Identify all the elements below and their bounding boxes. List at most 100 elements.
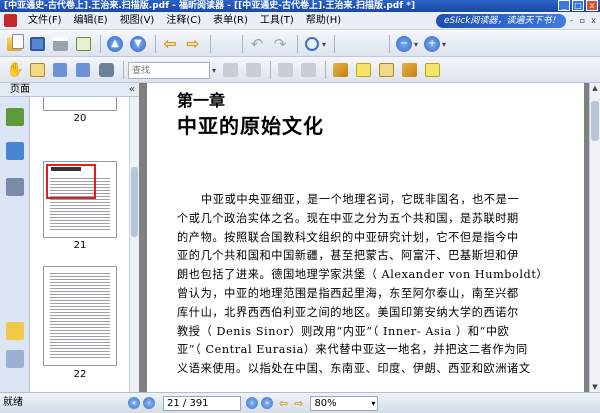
menu-tools[interactable]: 工具(T)	[254, 12, 300, 30]
zoom-out-button[interactable]: −	[394, 34, 414, 54]
text-line: 义语来使用。以指处在中国、东南亚、印度、伊朗、西亚和欧洲诸文	[177, 362, 531, 376]
last-page-icon[interactable]: »	[261, 397, 273, 409]
thumbnail-page[interactable]	[43, 161, 117, 238]
email-button[interactable]	[73, 34, 93, 54]
find-previous-button[interactable]	[220, 60, 240, 80]
page-number-field[interactable]: 21 / 391	[163, 395, 241, 411]
book-view-button[interactable]	[73, 60, 93, 80]
extract-pages-button[interactable]	[12, 34, 235, 54]
comments-tab[interactable]	[6, 322, 24, 340]
hand-tool-button[interactable]: ✋	[4, 60, 24, 80]
menu-help[interactable]: 帮助(H)	[300, 12, 347, 30]
scroll-up-icon[interactable]: ▲	[590, 83, 600, 93]
snapshot-icon	[98, 63, 114, 77]
thumbnail-page[interactable]	[43, 266, 117, 366]
stamp-button[interactable]	[330, 60, 350, 80]
document-scrollbar[interactable]: ▲ ▼	[589, 83, 600, 392]
chevron-down-icon[interactable]: ▾	[212, 66, 216, 75]
thumbnail-label: 22	[73, 369, 87, 380]
column-select-button[interactable]	[50, 60, 70, 80]
next-page-icon[interactable]: ›	[246, 397, 258, 409]
chevron-down-icon[interactable]: ▾	[371, 397, 375, 410]
fit-page-button[interactable]	[12, 34, 382, 54]
chevron-down-icon[interactable]: ▾	[322, 40, 326, 49]
separator	[270, 61, 272, 79]
separator	[210, 35, 211, 53]
first-page-icon[interactable]: «	[128, 397, 140, 409]
main-toolbar: ▲ ▼ ⇦ ⇨ ↶ ↷ ▾ − ▾ + ▾	[0, 31, 600, 57]
visible-area-marker[interactable]	[46, 164, 96, 199]
next-page-button[interactable]: ▼	[128, 34, 148, 54]
note-button[interactable]	[353, 60, 373, 80]
menu-view[interactable]: 视图(V)	[114, 12, 161, 30]
print-button[interactable]	[50, 34, 70, 54]
forward-button[interactable]: ⇨	[183, 34, 203, 54]
attach-button[interactable]	[298, 60, 318, 80]
menu-edit[interactable]: 编辑(E)	[68, 12, 114, 30]
pencil-icon	[401, 63, 417, 77]
save-button[interactable]	[27, 34, 47, 54]
chevron-down-icon[interactable]: ▾	[442, 40, 446, 49]
previous-page-button[interactable]: ▲	[105, 34, 125, 54]
menu-bar: 文件(F) 编辑(E) 视图(V) 注释(C) 表单(R) 工具(T) 帮助(H…	[0, 12, 600, 30]
menu-file[interactable]: 文件(F)	[22, 12, 68, 30]
zoom-in-button[interactable]: +	[422, 34, 442, 54]
separator	[297, 35, 298, 53]
highlight-button[interactable]	[376, 60, 396, 80]
thumbnail-scrollbar[interactable]	[129, 97, 139, 392]
document-page[interactable]: 第一章 中亚的原始文化 中亚或中央亚细亚，是一个地理名词，它既非国名，也不是一 …	[147, 83, 584, 392]
chevron-down-icon[interactable]: ▾	[414, 40, 418, 49]
pages-tab[interactable]	[6, 108, 24, 126]
column-icon	[53, 63, 67, 77]
layers-tab[interactable]	[6, 178, 24, 196]
back-icon[interactable]: ⇦	[279, 397, 288, 410]
separator	[242, 35, 243, 53]
thumbnail-scrollbar-thumb[interactable]	[131, 167, 138, 237]
chapter-label: 第一章	[177, 91, 226, 110]
menu-comment[interactable]: 注释(C)	[160, 12, 207, 30]
zoom-tool-button[interactable]	[302, 34, 322, 54]
redo-button[interactable]: ↷	[270, 34, 290, 54]
app-icon[interactable]	[4, 14, 17, 27]
back-button[interactable]: ⇦	[160, 34, 180, 54]
thumbnail-page[interactable]	[43, 97, 117, 111]
find-next-icon	[245, 63, 261, 77]
zoom-select[interactable]: 80% ▾	[310, 395, 379, 411]
thumbnail-panel: 20 21 22	[31, 97, 129, 392]
select-text-button[interactable]	[27, 60, 47, 80]
maximize-button[interactable]: □	[572, 0, 584, 11]
scroll-down-icon[interactable]: ▼	[590, 382, 600, 392]
undo-button[interactable]: ↶	[247, 34, 267, 54]
close-button[interactable]: x	[586, 0, 598, 11]
actual-size-button[interactable]	[12, 34, 359, 54]
doc-minimize-button[interactable]: -	[567, 15, 576, 26]
forward-icon[interactable]: ⇨	[294, 397, 303, 410]
separator	[155, 35, 156, 53]
collapse-sidebar-button[interactable]: «	[129, 83, 135, 97]
minimize-button[interactable]: _	[558, 0, 570, 11]
typewriter-button[interactable]	[422, 60, 442, 80]
bookmarks-tab[interactable]	[6, 142, 24, 160]
annotation-button[interactable]	[275, 60, 295, 80]
search-field[interactable]	[128, 61, 210, 79]
search-input[interactable]	[129, 63, 209, 78]
doc-restore-button[interactable]: ▫	[578, 15, 587, 26]
snapshot-button[interactable]	[96, 60, 116, 80]
text-line: 个或几个政治实体之名。现在中亚之分为五个共和国，是苏联时期	[177, 211, 519, 225]
stamp-icon	[332, 63, 348, 77]
eslick-banner[interactable]: eSlick阅读器，读遍天下书！	[436, 14, 566, 28]
window-title: [中亚通史-古代卷上].王治来.扫描版.pdf - 福昕阅读器 - [[中亚通史…	[4, 1, 416, 11]
body-paragraph: 中亚或中央亚细亚，是一个地理名词，它既非国名，也不是一 个或几个政治实体之名。现…	[177, 191, 567, 379]
previous-page-icon[interactable]: ‹	[143, 397, 155, 409]
back-icon: ⇦	[163, 34, 177, 53]
text-line: 亚”（ Central Eurasia）来代替中亚这一地名，并把这二者作为同	[177, 343, 528, 357]
menu-form[interactable]: 表单(R)	[207, 12, 254, 30]
undo-icon: ↶	[250, 35, 264, 53]
find-next-button[interactable]	[243, 60, 263, 80]
attachments-tab[interactable]	[6, 350, 24, 368]
doc-close-button[interactable]: x	[589, 15, 598, 26]
document-view[interactable]: 第一章 中亚的原始文化 中亚或中央亚细亚，是一个地理名词，它既非国名，也不是一 …	[139, 83, 589, 392]
text-line: 曾认为，中亚的地理范围是指西起里海，东至阿尔泰山，南至兴都	[177, 286, 519, 300]
document-scrollbar-thumb[interactable]	[591, 101, 599, 141]
pencil-button[interactable]	[399, 60, 419, 80]
